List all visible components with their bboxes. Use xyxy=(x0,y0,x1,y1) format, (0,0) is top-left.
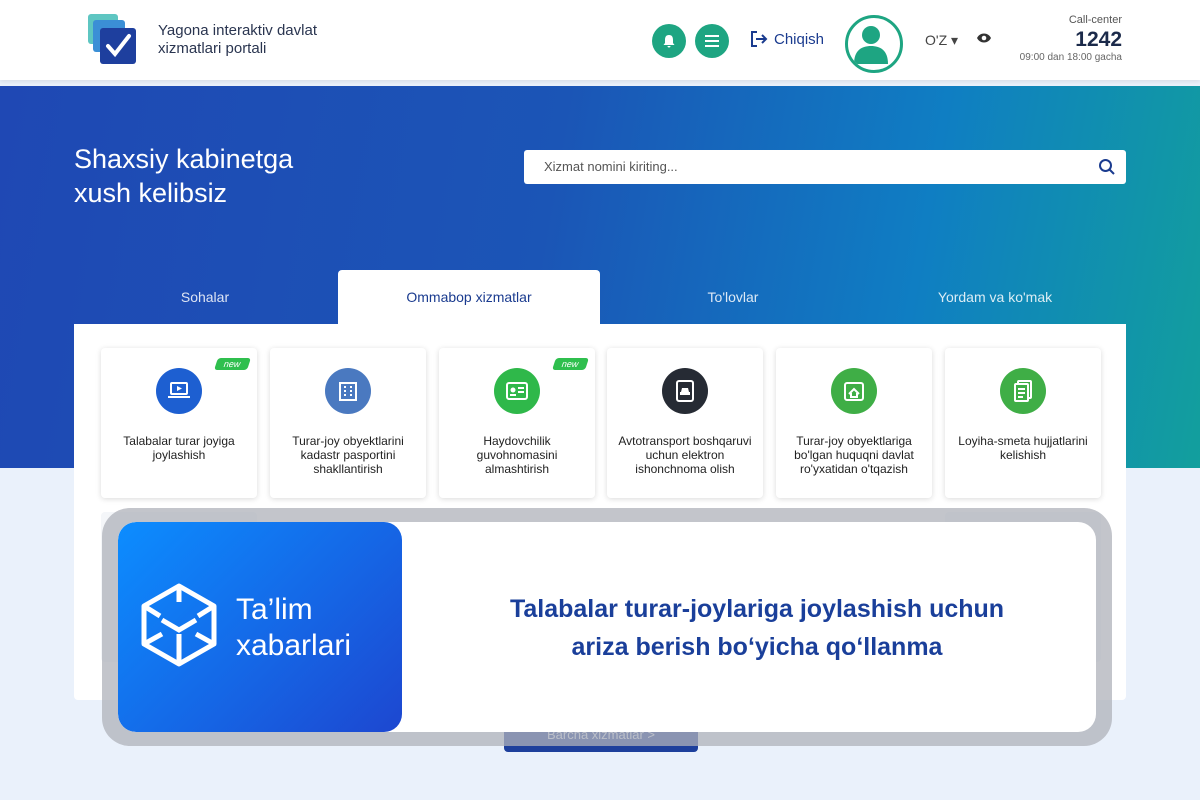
logout-icon xyxy=(751,31,768,47)
building-icon xyxy=(325,368,371,414)
language-selector[interactable]: O'Z ▾ xyxy=(925,32,958,49)
brand-name-line2: xabarlari xyxy=(236,629,352,662)
documents-icon xyxy=(1000,368,1046,414)
notifications-button[interactable] xyxy=(652,24,686,58)
article-overlay: Ta’lim xabarlari Talabalar turar-joylari… xyxy=(102,508,1112,746)
call-center-number[interactable]: 1242 xyxy=(1075,28,1122,52)
license-card-icon xyxy=(494,368,540,414)
top-header: Yagona interaktiv davlat xizmatlari port… xyxy=(0,0,1200,80)
article-title: Talabalar turar-joylariga joylashish uch… xyxy=(418,590,1096,666)
brand-name: Ta’lim xabarlari xyxy=(236,592,351,664)
service-label: Turar-joy obyektlarini kadastr pasportin… xyxy=(292,434,404,476)
logout-button[interactable]: Chiqish xyxy=(750,30,824,48)
service-card[interactable]: new Haydovchilik guvohnomasini almashtir… xyxy=(439,348,595,498)
service-label: Avtotransport boshqaruvi uchun elektron … xyxy=(618,434,752,476)
portal-name-line1: Yagona interaktiv davlat xyxy=(158,22,317,39)
welcome-title: Shaxsiy kabinetga xush kelibsiz xyxy=(74,142,293,210)
welcome-title-line2: xush kelibsiz xyxy=(74,178,228,208)
article-title-line1: Talabalar turar-joylariga joylashish uch… xyxy=(509,595,1005,623)
service-card[interactable]: Loyiha-smeta hujjatlarini kelishish xyxy=(945,348,1101,498)
brand-name-line1: Ta’lim xyxy=(236,593,313,626)
tab-sohalar[interactable]: Sohalar xyxy=(74,270,336,324)
tab-yordam[interactable]: Yordam va ko'mak xyxy=(864,270,1126,324)
chevron-down-icon: ▾ xyxy=(951,32,959,48)
service-card[interactable]: Turar-joy obyektlariga bo'lgan huquqni d… xyxy=(776,348,932,498)
service-label: Turar-joy obyektlariga bo'lgan huquqni d… xyxy=(794,434,914,476)
portal-logo-icon[interactable] xyxy=(88,14,138,66)
call-center-label: Call-center xyxy=(1068,14,1122,26)
user-silhouette-icon xyxy=(854,26,888,64)
article-title-line2: ariza berish bo‘yicha qo‘llanma xyxy=(571,633,943,661)
language-label: O'Z xyxy=(925,32,948,48)
service-label: Haydovchilik guvohnomasini almashtirish xyxy=(476,434,558,476)
search-icon[interactable] xyxy=(1098,158,1116,176)
service-tabs: Sohalar Ommabop xizmatlar To'lovlar Yord… xyxy=(74,270,1126,324)
logout-label: Chiqish xyxy=(774,30,825,48)
accessibility-eye-icon[interactable] xyxy=(976,32,992,44)
tab-tolovlar[interactable]: To'lovlar xyxy=(602,270,864,324)
tab-ommabop-xizmatlar[interactable]: Ommabop xizmatlar xyxy=(338,270,600,324)
talim-xabarlari-brand: Ta’lim xabarlari xyxy=(118,522,402,732)
hamburger-icon xyxy=(705,35,719,47)
portal-name-line2: xizmatlari portali xyxy=(158,40,267,57)
house-register-icon xyxy=(831,368,877,414)
user-avatar[interactable] xyxy=(845,15,903,73)
service-card[interactable]: Avtotransport boshqaruvi uchun elektron … xyxy=(607,348,763,498)
bell-icon xyxy=(663,35,675,48)
service-card[interactable]: Turar-joy obyektlarini kadastr pasportin… xyxy=(270,348,426,498)
menu-button[interactable] xyxy=(695,24,729,58)
service-card[interactable]: new Talabalar turar joyiga joylashish xyxy=(101,348,257,498)
welcome-title-line1: Shaxsiy kabinetga xyxy=(74,144,294,174)
laptop-play-icon xyxy=(156,368,202,414)
car-document-icon xyxy=(662,368,708,414)
talim-xabarlari-logo-icon xyxy=(141,583,217,667)
portal-name: Yagona interaktiv davlat xizmatlari port… xyxy=(158,22,317,58)
service-search[interactable]: Xizmat nomini kiriting... xyxy=(524,150,1126,184)
search-input[interactable]: Xizmat nomini kiriting... xyxy=(544,159,678,174)
service-label: Talabalar turar joyiga joylashish xyxy=(123,434,235,462)
article-card[interactable]: Ta’lim xabarlari Talabalar turar-joylari… xyxy=(118,522,1096,732)
new-badge: new xyxy=(552,358,589,370)
service-label: Loyiha-smeta hujjatlarini kelishish xyxy=(958,434,1088,462)
call-center-hours: 09:00 dan 18:00 gacha xyxy=(1019,52,1122,63)
new-badge: new xyxy=(214,358,251,370)
